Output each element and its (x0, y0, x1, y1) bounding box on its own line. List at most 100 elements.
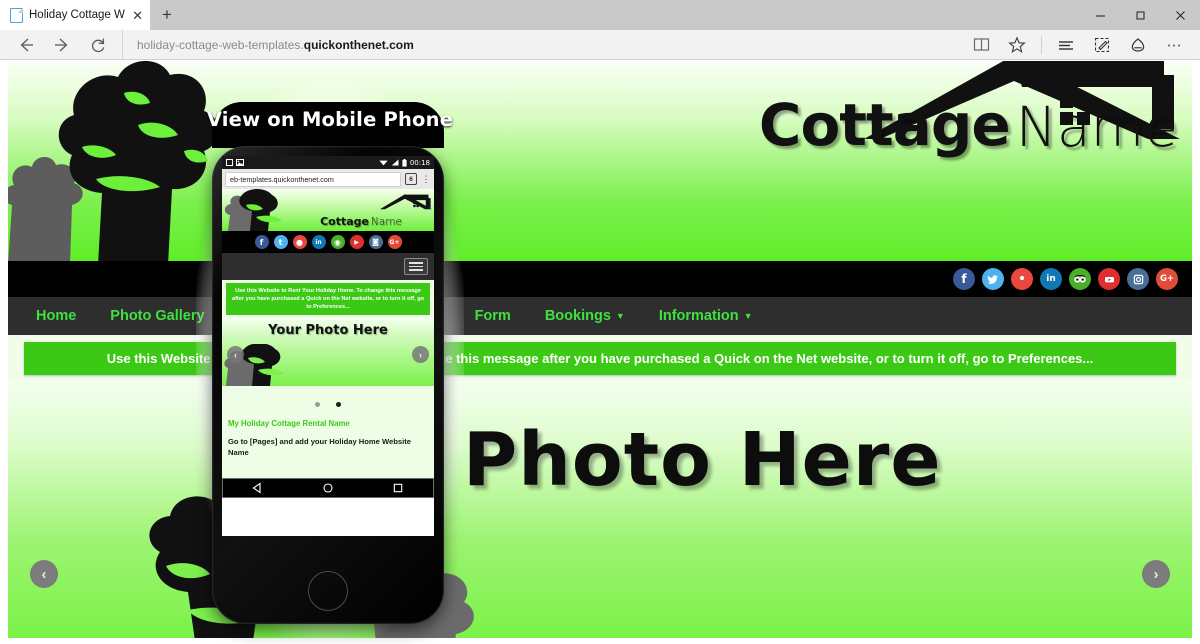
photo-placeholder-title: Photo Here (463, 417, 942, 503)
phone-googleplus-icon[interactable]: G+ (387, 235, 402, 249)
signal-icon (391, 159, 399, 166)
phone-logo-light: Name (371, 216, 402, 228)
phone-notice-container: Use this Website to Rent Your Holiday Ho… (222, 280, 434, 319)
phone-tripadvisor-icon[interactable]: ◉ (330, 235, 345, 249)
tab-title: Holiday Cottage Websit (29, 9, 125, 21)
mobile-preview-caption: View on Mobile Phone (206, 108, 454, 131)
home-circle-icon[interactable] (322, 482, 334, 494)
phone-location-pin-icon[interactable]: ● (292, 235, 307, 249)
phone-tree-icon (224, 189, 282, 231)
photo-slider: Photo Here ‹ › (8, 381, 1192, 638)
facebook-icon[interactable]: f (953, 268, 975, 290)
notice-container: Use this Website to Rent Your Holiday Ho… (8, 335, 1192, 381)
phone-photo-placeholder-title: Your Photo Here (268, 323, 388, 339)
status-indicators: 00:18 (379, 158, 430, 167)
phone-photo-slider: Your Photo Here ‹ › (222, 318, 434, 387)
website-content: Cottage Name f in G+ Home Photo Gallery … (8, 61, 1192, 644)
page-favicon-icon (10, 7, 23, 23)
slider-next-button[interactable]: › (1142, 560, 1170, 588)
wifi-icon (379, 160, 388, 166)
phone-url-field[interactable]: eb-templates.quickonthenet.com (225, 171, 401, 187)
phone-social-bar: f t ● in ◉ ▶ ◙ G+ (222, 231, 434, 253)
phone-body-filler (222, 464, 434, 479)
recents-square-icon[interactable] (392, 482, 404, 494)
phone-site-logo[interactable]: Cottage Name (320, 215, 402, 228)
close-window-button[interactable] (1160, 0, 1200, 30)
address-prefix: holiday-cottage-web-templates. (137, 37, 304, 52)
browser-tab[interactable]: Holiday Cottage Websit ✕ (0, 0, 150, 30)
star-icon[interactable] (999, 30, 1035, 60)
screenshot-icon (226, 159, 233, 166)
battery-icon (402, 158, 407, 167)
chevron-down-icon: ▼ (615, 311, 625, 321)
phone-body-heading: My Holiday Cottage Rental Name (228, 419, 350, 429)
refresh-icon[interactable] (80, 30, 116, 60)
nav-label: Bookings (544, 308, 611, 324)
phone-menu-icon[interactable]: ⋮ (421, 174, 431, 183)
phone-facebook-icon[interactable]: f (254, 235, 269, 249)
phone-status-bar: 00:18 (222, 156, 434, 169)
nav-label: Home (36, 308, 77, 324)
browser-toolbar: holiday-cottage-web-templates. quickonthe… (0, 29, 1200, 60)
logo-light-text: Name (1015, 95, 1178, 159)
minimize-button[interactable] (1080, 0, 1120, 30)
back-triangle-icon[interactable] (252, 482, 264, 494)
nav-item-bookings[interactable]: Bookings ▼ (545, 308, 625, 324)
tab-strip: Holiday Cottage Websit ✕ + (0, 0, 1200, 30)
mobile-preview-overlay: View on Mobile Phone 00:18 eb-templates.… (196, 80, 464, 644)
more-options-icon[interactable]: ⋯ (1156, 30, 1192, 60)
hub-icon[interactable] (1048, 30, 1084, 60)
status-notifications (226, 159, 244, 166)
phone-youtube-icon[interactable]: ▶ (349, 235, 364, 249)
phone-slider-dots (222, 386, 434, 420)
site-header: Cottage Name (8, 61, 1192, 261)
share-icon[interactable] (1120, 30, 1156, 60)
toolbar-divider (1041, 35, 1042, 54)
instagram-icon[interactable] (1127, 268, 1149, 290)
address-bar[interactable]: holiday-cottage-web-templates. quickonthe… (122, 29, 963, 60)
toolbar-actions: ⋯ (963, 30, 1192, 60)
phone-body-text: Go to [Pages] and add your Holiday Home … (228, 437, 411, 458)
googleplus-icon[interactable]: G+ (1156, 268, 1178, 290)
slider-dot[interactable] (314, 402, 320, 408)
nav-label: Form (474, 308, 511, 324)
logo-bold-text: Cottage (758, 91, 1011, 159)
phone-screen: 00:18 eb-templates.quickonthenet.com 6 ⋮ (222, 156, 434, 536)
phone-device: 00:18 eb-templates.quickonthenet.com 6 ⋮ (212, 146, 444, 624)
tab-close-button[interactable]: ✕ (131, 7, 144, 23)
phone-linkedin-icon[interactable]: in (311, 235, 326, 249)
reading-view-icon[interactable] (963, 30, 999, 60)
nav-item-form[interactable]: Form (475, 308, 511, 324)
address-domain: quickonthenet.com (303, 37, 414, 52)
hamburger-menu-icon[interactable] (404, 258, 428, 275)
tripadvisor-icon[interactable] (1069, 268, 1091, 290)
phone-home-button[interactable] (308, 571, 348, 611)
phone-instagram-icon[interactable]: ◙ (368, 235, 383, 249)
phone-slider-next-button[interactable]: › (412, 346, 429, 364)
phone-twitter-icon[interactable]: t (273, 235, 288, 249)
web-note-icon[interactable] (1084, 30, 1120, 60)
phone-tab-count-button[interactable]: 6 (405, 173, 417, 185)
chevron-down-icon: ▼ (743, 311, 753, 321)
twitter-icon[interactable] (982, 268, 1004, 290)
nav-item-information[interactable]: Information ▼ (659, 308, 753, 324)
location-pin-icon[interactable] (1011, 268, 1033, 290)
site-navigation: Home Photo Gallery Form Bookings ▼ Inform… (8, 297, 1192, 335)
image-icon (236, 159, 244, 166)
nav-item-home[interactable]: Home (36, 308, 76, 324)
back-icon[interactable] (8, 30, 44, 60)
new-tab-button[interactable]: + (150, 0, 184, 30)
page-viewport: Cottage Name f in G+ Home Photo Gallery … (0, 61, 1200, 644)
youtube-icon[interactable] (1098, 268, 1120, 290)
browser-window: Holiday Cottage Websit ✕ + holiday (0, 0, 1200, 644)
forward-icon[interactable] (44, 30, 80, 60)
slider-prev-button[interactable]: ‹ (30, 560, 58, 588)
android-navigation-bar (222, 478, 434, 499)
phone-clock: 00:18 (409, 158, 430, 167)
slider-dot-active[interactable] (336, 402, 342, 408)
nav-item-photo-gallery[interactable]: Photo Gallery (110, 308, 204, 324)
nav-label: Photo Gallery (110, 308, 205, 324)
maximize-button[interactable] (1120, 0, 1160, 30)
site-logo[interactable]: Cottage Name (759, 91, 1178, 159)
linkedin-icon[interactable]: in (1040, 268, 1062, 290)
